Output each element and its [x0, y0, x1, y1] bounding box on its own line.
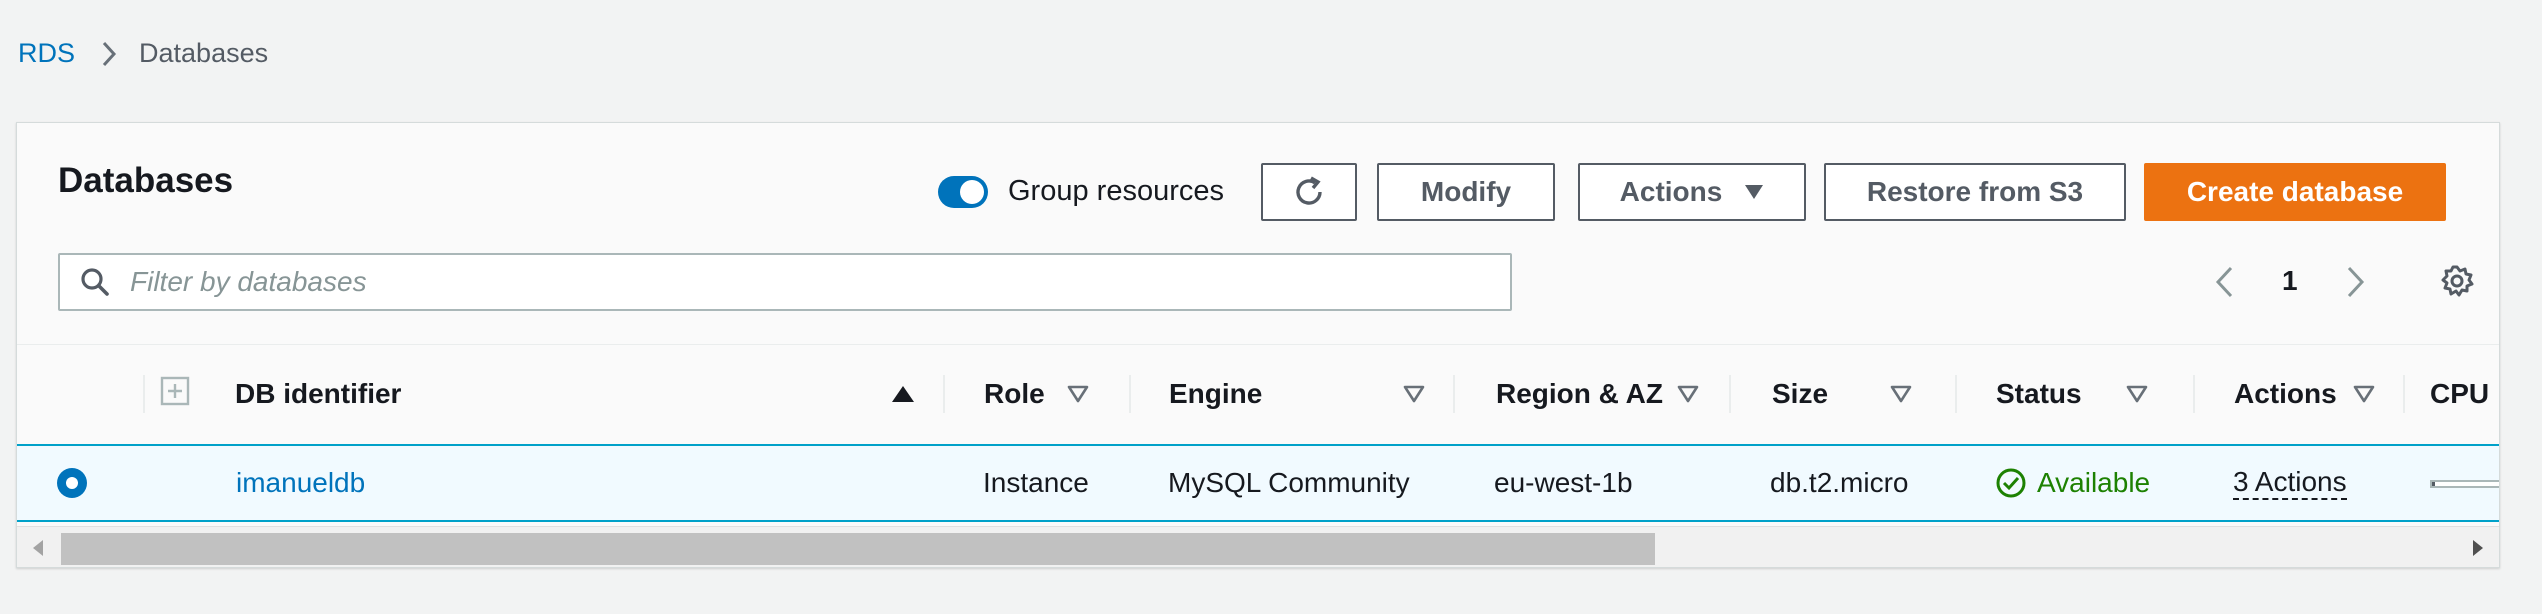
sort-caret-down-icon: [1890, 385, 1912, 403]
next-page-icon[interactable]: [2345, 265, 2367, 299]
toggle-switch[interactable]: [938, 175, 988, 208]
column-header-role[interactable]: Role: [984, 345, 1089, 443]
row-select-radio[interactable]: [57, 468, 87, 498]
table-header-row: DB identifier Role Engine Region & AZ Si…: [17, 345, 2499, 443]
scrollbar-thumb[interactable]: [61, 533, 1655, 565]
column-header-status[interactable]: Status: [1996, 345, 2148, 443]
column-label: Region & AZ: [1496, 378, 1663, 409]
group-resources-label: Group resources: [1008, 175, 1224, 207]
sort-caret-down-icon: [2353, 385, 2375, 403]
actions-cell: 3 Actions: [2233, 446, 2347, 520]
databases-table: DB identifier Role Engine Region & AZ Si…: [17, 344, 2499, 567]
page-title: Databases: [58, 161, 234, 200]
table-row[interactable]: imanueldb Instance MySQL Community eu-we…: [17, 444, 2499, 522]
previous-page-icon[interactable]: [2213, 265, 2235, 299]
column-header-size[interactable]: Size: [1772, 345, 1912, 443]
sort-ascending-icon: [891, 385, 915, 403]
filter-databases-input[interactable]: [128, 265, 1432, 299]
scroll-right-arrow-icon[interactable]: [2471, 539, 2485, 557]
column-divider: [2193, 375, 2195, 413]
caret-down-icon: [1744, 184, 1764, 200]
cpu-usage-bar: [2430, 480, 2499, 488]
size-cell: db.t2.micro: [1770, 467, 1909, 498]
cpu-usage-fill: [2432, 482, 2435, 486]
sort-caret-down-icon: [1067, 385, 1089, 403]
current-page-number[interactable]: 1: [2282, 265, 2298, 297]
restore-from-s3-button[interactable]: Restore from S3: [1824, 163, 2126, 221]
column-label: Size: [1772, 378, 1829, 409]
row-actions-link[interactable]: 3 Actions: [2233, 466, 2347, 500]
engine-cell: MySQL Community: [1168, 467, 1410, 498]
column-divider: [1453, 375, 1455, 413]
region-cell: eu-west-1b: [1494, 467, 1633, 498]
refresh-button[interactable]: [1261, 163, 1357, 221]
role-cell: Instance: [983, 467, 1089, 498]
search-icon: [80, 267, 110, 297]
column-header-actions[interactable]: Actions: [2234, 345, 2375, 443]
actions-button-label: Actions: [1619, 176, 1723, 207]
column-divider: [143, 375, 145, 413]
column-divider: [1955, 375, 1957, 413]
breadcrumb: RDS Databases: [18, 38, 268, 69]
column-label: Status: [1996, 378, 2082, 409]
sort-caret-down-icon: [1403, 385, 1425, 403]
column-divider: [2403, 375, 2405, 413]
create-database-button[interactable]: Create database: [2144, 163, 2446, 221]
column-header-region[interactable]: Region & AZ: [1496, 345, 1699, 443]
db-identifier-cell: imanueldb: [236, 446, 365, 520]
toggle-knob: [960, 179, 984, 204]
modify-button[interactable]: Modify: [1377, 163, 1555, 221]
scroll-left-arrow-icon[interactable]: [31, 539, 45, 557]
column-label: DB identifier: [235, 378, 402, 409]
gear-icon[interactable]: [2439, 263, 2475, 299]
column-divider: [1129, 375, 1131, 413]
column-header-cpu[interactable]: CPU: [2430, 345, 2489, 443]
status-badge: Available: [2037, 467, 2151, 498]
column-divider: [1729, 375, 1731, 413]
expand-all-icon[interactable]: [159, 375, 191, 407]
refresh-icon: [1291, 174, 1327, 210]
sort-caret-down-icon: [1677, 385, 1699, 403]
db-identifier-link[interactable]: imanueldb: [236, 467, 365, 499]
column-label: Role: [984, 378, 1045, 409]
breadcrumb-rds-link[interactable]: RDS: [18, 38, 75, 69]
column-label: CPU: [2430, 378, 2490, 409]
group-resources-toggle[interactable]: Group resources: [938, 175, 1224, 208]
filter-search-box[interactable]: [58, 253, 1512, 311]
breadcrumb-current: Databases: [139, 38, 269, 68]
column-header-db-identifier[interactable]: DB identifier: [235, 345, 915, 443]
databases-panel: Databases Group resources Modify Actions…: [16, 122, 2500, 568]
column-label: Engine: [1169, 378, 1263, 409]
column-label: Actions: [2234, 378, 2337, 409]
radio-dot: [66, 477, 78, 489]
sort-caret-down-icon: [2126, 385, 2148, 403]
check-circle-icon: [1995, 467, 2027, 499]
actions-dropdown-button[interactable]: Actions: [1578, 163, 1806, 221]
column-divider: [943, 375, 945, 413]
chevron-right-icon: [101, 40, 117, 68]
status-cell: Available: [1995, 446, 2150, 520]
column-header-engine[interactable]: Engine: [1169, 345, 1425, 443]
horizontal-scrollbar[interactable]: [17, 526, 2499, 567]
